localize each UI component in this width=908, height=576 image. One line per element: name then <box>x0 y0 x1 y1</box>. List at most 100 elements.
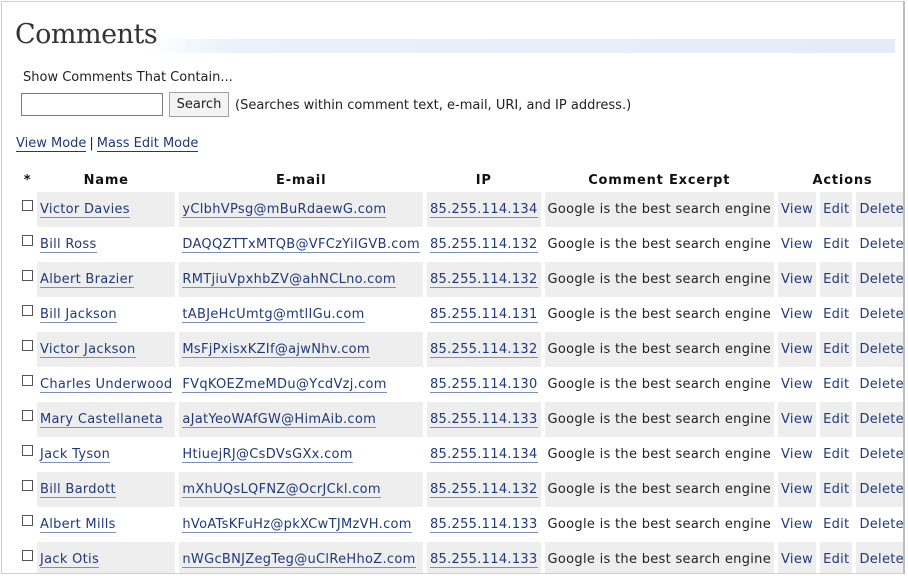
row-checkbox[interactable] <box>22 480 33 491</box>
view-comment-link[interactable]: View <box>781 307 813 322</box>
mass-edit-mode-link[interactable]: Mass Edit Mode <box>96 136 199 152</box>
comment-author-link[interactable]: Bill Bardott <box>40 482 116 498</box>
edit-comment-link[interactable]: Edit <box>823 272 849 287</box>
comment-email-link[interactable]: DAQQZTTxMTQB@VFCzYiIGVB.com <box>182 237 420 253</box>
email-cell: hVoATsKFuHz@pkXCwTJMzVH.com <box>179 507 423 542</box>
comment-ip-link[interactable]: 85.255.114.133 <box>429 517 538 533</box>
comment-email-link[interactable]: FVqKOEZmeMDu@YcdVzj.com <box>182 377 387 393</box>
comment-ip-link[interactable]: 85.255.114.133 <box>429 412 538 428</box>
comment-ip-link[interactable]: 85.255.114.134 <box>429 202 538 218</box>
delete-comment-link[interactable]: Delete <box>859 377 903 392</box>
edit-comment-link[interactable]: Edit <box>823 377 849 392</box>
name-cell: Bill Ross <box>37 227 176 262</box>
comment-author-link[interactable]: Victor Davies <box>40 202 130 218</box>
row-checkbox[interactable] <box>22 550 33 561</box>
delete-comment-link[interactable]: Delete <box>859 447 903 462</box>
comment-ip-link[interactable]: 85.255.114.130 <box>429 377 538 393</box>
comment-email-link[interactable]: HtiuejRJ@CsDVsGXx.com <box>182 447 353 463</box>
edit-comment-link[interactable]: Edit <box>823 307 849 322</box>
delete-comment-link[interactable]: Delete <box>859 237 903 252</box>
edit-comment-link[interactable]: Edit <box>823 552 849 567</box>
comment-author-link[interactable]: Bill Jackson <box>40 307 117 323</box>
view-comment-link[interactable]: View <box>781 412 813 427</box>
view-comment-link[interactable]: View <box>781 552 813 567</box>
row-select-cell <box>22 472 33 507</box>
row-checkbox[interactable] <box>22 410 33 421</box>
delete-comment-link[interactable]: Delete <box>859 552 903 567</box>
comment-author-link[interactable]: Victor Jackson <box>40 342 136 358</box>
edit-comment-link[interactable]: Edit <box>823 342 849 357</box>
comment-email-link[interactable]: tABJeHcUmtg@mtlIGu.com <box>182 307 365 323</box>
search-label: Show Comments That Contain... <box>23 70 233 85</box>
delete-comment-link[interactable]: Delete <box>859 342 903 357</box>
ip-cell: 85.255.114.130 <box>426 367 541 402</box>
delete-action-cell: Delete <box>856 402 903 437</box>
ip-cell: 85.255.114.132 <box>426 262 541 297</box>
row-select-cell <box>22 332 33 367</box>
delete-action-cell: Delete <box>856 507 903 542</box>
comment-email-link[interactable]: nWGcBNJZegTeg@uClReHhoZ.com <box>182 552 416 568</box>
comment-email-link[interactable]: mXhUQsLQFNZ@OcrJCkl.com <box>182 482 381 498</box>
name-cell: Charles Underwood <box>37 367 176 402</box>
comment-author-link[interactable]: Albert Mills <box>40 517 116 533</box>
row-checkbox[interactable] <box>22 340 33 351</box>
row-checkbox[interactable] <box>22 270 33 281</box>
delete-comment-link[interactable]: Delete <box>859 202 903 217</box>
comment-email-link[interactable]: MsFjPxisxKZIf@ajwNhv.com <box>182 342 370 358</box>
search-button[interactable]: Search <box>169 92 229 117</box>
comment-ip-link[interactable]: 85.255.114.132 <box>429 272 538 288</box>
row-checkbox[interactable] <box>22 200 33 211</box>
comment-author-link[interactable]: Jack Otis <box>40 552 100 568</box>
edit-comment-link[interactable]: Edit <box>823 482 849 497</box>
view-action-cell: View <box>778 367 817 402</box>
edit-comment-link[interactable]: Edit <box>823 517 849 532</box>
select-all-header[interactable]: * <box>22 168 33 192</box>
row-checkbox[interactable] <box>22 235 33 246</box>
comment-email-link[interactable]: aJatYeoWAfGW@HimAib.com <box>182 412 377 428</box>
row-checkbox[interactable] <box>22 445 33 456</box>
excerpt-cell: Google is the best search engine <box>544 437 774 472</box>
delete-comment-link[interactable]: Delete <box>859 482 903 497</box>
edit-comment-link[interactable]: Edit <box>823 447 849 462</box>
edit-action-cell: Edit <box>820 402 853 437</box>
view-comment-link[interactable]: View <box>781 517 813 532</box>
comment-author-link[interactable]: Jack Tyson <box>40 447 111 463</box>
view-comment-link[interactable]: View <box>781 342 813 357</box>
delete-comment-link[interactable]: Delete <box>859 517 903 532</box>
delete-comment-link[interactable]: Delete <box>859 412 903 427</box>
delete-action-cell: Delete <box>856 297 903 332</box>
view-comment-link[interactable]: View <box>781 202 813 217</box>
view-comment-link[interactable]: View <box>781 447 813 462</box>
row-checkbox[interactable] <box>22 515 33 526</box>
edit-comment-link[interactable]: Edit <box>823 412 849 427</box>
comment-ip-link[interactable]: 85.255.114.133 <box>429 552 538 568</box>
search-input[interactable] <box>21 93 163 116</box>
comment-author-link[interactable]: Mary Castellaneta <box>40 412 163 428</box>
view-comment-link[interactable]: View <box>781 377 813 392</box>
excerpt-cell: Google is the best search engine <box>544 297 774 332</box>
comment-email-link[interactable]: RMTjiuVpxhbZV@ahNCLno.com <box>182 272 396 288</box>
delete-action-cell: Delete <box>856 437 903 472</box>
comment-ip-link[interactable]: 85.255.114.131 <box>429 307 538 323</box>
view-action-cell: View <box>778 542 817 573</box>
comment-ip-link[interactable]: 85.255.114.134 <box>429 447 538 463</box>
comment-ip-link[interactable]: 85.255.114.132 <box>429 342 538 358</box>
view-comment-link[interactable]: View <box>781 272 813 287</box>
view-mode-link[interactable]: View Mode <box>16 136 87 152</box>
delete-comment-link[interactable]: Delete <box>859 272 903 287</box>
view-comment-link[interactable]: View <box>781 237 813 252</box>
name-cell: Bill Jackson <box>37 297 176 332</box>
comment-author-link[interactable]: Albert Brazier <box>40 272 134 288</box>
comment-ip-link[interactable]: 85.255.114.132 <box>429 237 538 253</box>
comment-email-link[interactable]: yClbhVPsg@mBuRdaewG.com <box>182 202 387 218</box>
edit-comment-link[interactable]: Edit <box>823 237 849 252</box>
comment-author-link[interactable]: Charles Underwood <box>40 377 173 393</box>
edit-comment-link[interactable]: Edit <box>823 202 849 217</box>
delete-comment-link[interactable]: Delete <box>859 307 903 322</box>
row-checkbox[interactable] <box>22 305 33 316</box>
comment-author-link[interactable]: Bill Ross <box>40 237 97 253</box>
view-comment-link[interactable]: View <box>781 482 813 497</box>
comment-email-link[interactable]: hVoATsKFuHz@pkXCwTJMzVH.com <box>182 517 412 533</box>
row-checkbox[interactable] <box>22 375 33 386</box>
comment-ip-link[interactable]: 85.255.114.132 <box>429 482 538 498</box>
